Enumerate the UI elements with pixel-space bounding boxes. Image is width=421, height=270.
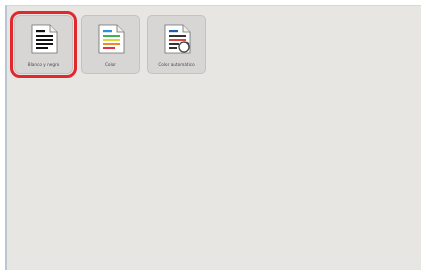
tile-label: Color automático [158,62,195,67]
color-mode-panel: Blanco y negro Color Color automático [5,5,421,270]
black-white-document-icon [31,24,58,54]
color-mode-auto-color-button[interactable]: Color automático [147,15,206,74]
auto-color-document-icon [164,24,191,54]
tile-label: Blanco y negro [27,62,60,67]
color-mode-color-button[interactable]: Color [81,15,140,74]
color-mode-black-white-button[interactable]: Blanco y negro [10,11,77,78]
tile-label: Color [104,62,117,67]
color-document-icon [98,24,125,54]
